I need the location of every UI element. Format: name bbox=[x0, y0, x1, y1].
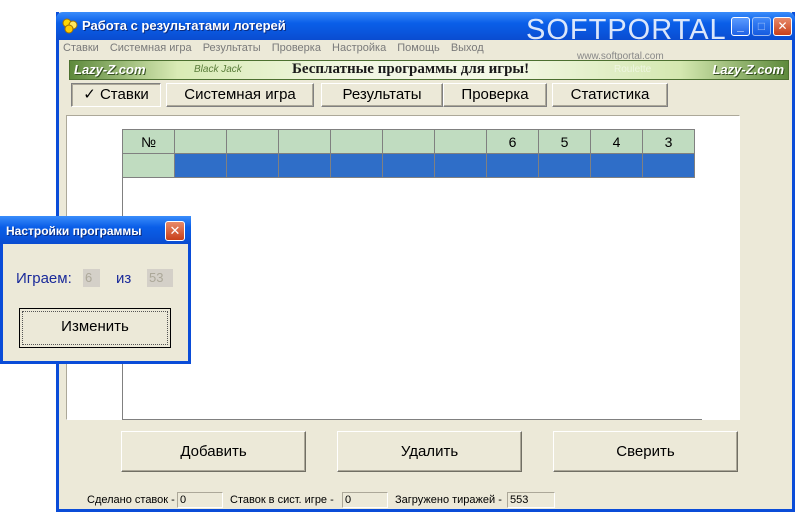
of-label: из bbox=[116, 270, 132, 287]
grid-cell[interactable] bbox=[226, 153, 279, 178]
grid-bottom-border bbox=[122, 419, 702, 420]
grid-header-cell[interactable] bbox=[382, 129, 435, 154]
minimize-button[interactable]: _ bbox=[731, 17, 750, 36]
dialog-title-bar[interactable]: Настройки программы ✕ bbox=[0, 216, 191, 244]
tab-system-game[interactable]: Системная игра bbox=[166, 83, 314, 107]
ad-banner[interactable]: Lazy-Z.com Black Jack Бесплатные програм… bbox=[69, 60, 789, 80]
dialog-close-button[interactable]: ✕ bbox=[165, 221, 185, 241]
bets-count-value: 0 bbox=[177, 492, 223, 508]
grid-cell[interactable] bbox=[278, 153, 331, 178]
grid-header-cell[interactable]: № bbox=[122, 129, 175, 154]
menu-bar: Ставки Системная игра Результаты Проверк… bbox=[63, 42, 492, 54]
grid-cell[interactable] bbox=[538, 153, 591, 178]
menu-settings[interactable]: Настройка bbox=[332, 42, 386, 54]
grid-header-cell[interactable] bbox=[174, 129, 227, 154]
app-icon bbox=[62, 18, 78, 34]
draws-loaded-value: 553 bbox=[507, 492, 555, 508]
status-bar: Сделано ставок - 0 Ставок в сист. игре -… bbox=[79, 492, 779, 509]
menu-help[interactable]: Помощь bbox=[397, 42, 440, 54]
change-button[interactable]: Изменить bbox=[19, 308, 171, 348]
softportal-watermark: SOFTPORTAL bbox=[526, 14, 727, 46]
grid-header-cell[interactable]: 4 bbox=[590, 129, 643, 154]
grid-cell[interactable] bbox=[434, 153, 487, 178]
bets-count-label: Сделано ставок - bbox=[87, 494, 175, 506]
tab-bets[interactable]: ✓ Ставки bbox=[71, 83, 161, 107]
grid-header-cell[interactable] bbox=[434, 129, 487, 154]
close-button[interactable]: ✕ bbox=[773, 17, 792, 36]
menu-system-game[interactable]: Системная игра bbox=[110, 42, 192, 54]
dialog-title: Настройки программы bbox=[6, 224, 142, 238]
total-count-field[interactable]: 53 bbox=[147, 269, 173, 287]
add-button[interactable]: Добавить bbox=[121, 431, 306, 472]
grid-cell[interactable] bbox=[642, 153, 695, 178]
grid-header-cell[interactable]: 3 bbox=[642, 129, 695, 154]
menu-exit[interactable]: Выход bbox=[451, 42, 484, 54]
banner-left-logo[interactable]: Lazy-Z.com bbox=[74, 62, 146, 77]
grid-header-cell[interactable] bbox=[278, 129, 331, 154]
title-bar[interactable]: Работа с результатами лотерей SOFTPORTAL… bbox=[56, 12, 795, 46]
grid-cell[interactable] bbox=[122, 153, 175, 178]
check-button[interactable]: Сверить bbox=[553, 431, 738, 472]
tab-results[interactable]: Результаты bbox=[321, 83, 443, 107]
menu-bets[interactable]: Ставки bbox=[63, 42, 99, 54]
grid-header-cell[interactable] bbox=[330, 129, 383, 154]
system-bets-value: 0 bbox=[342, 492, 388, 508]
grid-cell[interactable] bbox=[590, 153, 643, 178]
grid-header-cell[interactable]: 6 bbox=[486, 129, 539, 154]
banner-right-logo[interactable]: Lazy-Z.com bbox=[712, 62, 784, 77]
tab-statistics[interactable]: Статистика bbox=[552, 83, 668, 107]
grid-cell[interactable] bbox=[486, 153, 539, 178]
menu-results[interactable]: Результаты bbox=[203, 42, 261, 54]
maximize-button[interactable]: □ bbox=[752, 17, 771, 36]
banner-roulette[interactable]: Roulette bbox=[614, 64, 651, 75]
delete-button[interactable]: Удалить bbox=[337, 431, 522, 472]
grid-header-cell[interactable] bbox=[226, 129, 279, 154]
grid-cell[interactable] bbox=[382, 153, 435, 178]
draws-loaded-label: Загружено тиражей - bbox=[395, 494, 502, 506]
grid-header-cell[interactable]: 5 bbox=[538, 129, 591, 154]
system-bets-label: Ставок в сист. игре - bbox=[230, 494, 334, 506]
banner-blackjack[interactable]: Black Jack bbox=[194, 64, 242, 75]
banner-slogan: Бесплатные программы для игры! bbox=[292, 61, 530, 77]
tab-check[interactable]: Проверка bbox=[443, 83, 547, 107]
play-count-field[interactable]: 6 bbox=[83, 269, 100, 287]
grid-header-row: № 6 5 4 3 bbox=[122, 129, 695, 154]
grid-cell[interactable] bbox=[174, 153, 227, 178]
table-row[interactable] bbox=[122, 153, 695, 178]
menu-check[interactable]: Проверка bbox=[272, 42, 321, 54]
bets-grid[interactable]: № 6 5 4 3 bbox=[122, 129, 695, 178]
settings-dialog: Настройки программы ✕ Играем: 6 из 53 Из… bbox=[0, 216, 191, 364]
window-title: Работа с результатами лотерей bbox=[82, 18, 286, 33]
play-label: Играем: bbox=[16, 270, 72, 287]
grid-cell[interactable] bbox=[330, 153, 383, 178]
